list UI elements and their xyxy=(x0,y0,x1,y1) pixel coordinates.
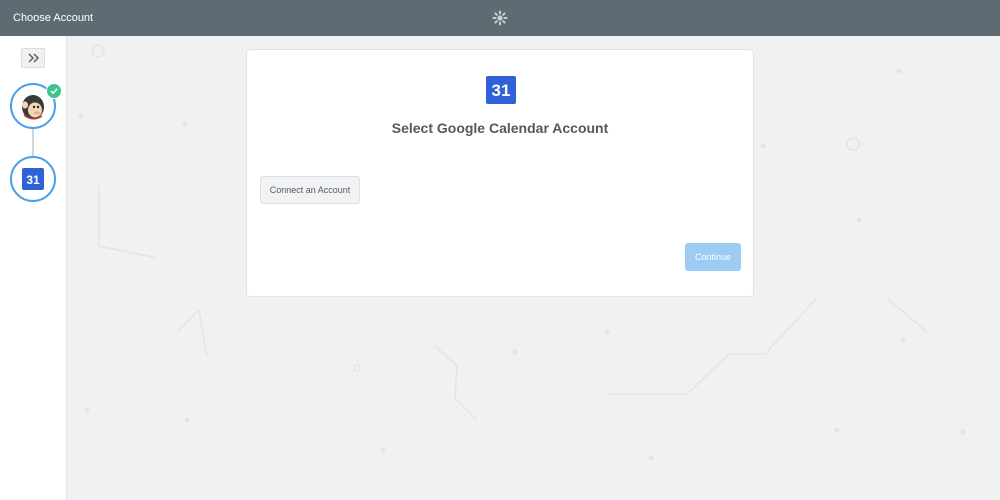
step-google-calendar[interactable]: 31 xyxy=(10,156,56,202)
connect-account-button[interactable]: Connect an Account xyxy=(260,176,360,204)
continue-button[interactable]: Continue xyxy=(685,243,741,271)
sidebar: 31 xyxy=(0,36,67,500)
spinner-gear-icon xyxy=(492,10,508,26)
expand-sidebar-button[interactable] xyxy=(21,48,45,68)
account-selection-card: 31 Select Google Calendar Account Connec… xyxy=(246,49,754,297)
google-calendar-icon: 31 xyxy=(22,168,44,190)
step-mailchimp[interactable] xyxy=(10,83,62,129)
card-title: Select Google Calendar Account xyxy=(391,120,609,136)
double-chevron-right-icon xyxy=(28,53,39,63)
top-bar: Choose Account xyxy=(0,0,1000,36)
step-connector xyxy=(32,129,34,157)
page-title: Choose Account xyxy=(13,12,94,24)
checkmark-icon xyxy=(50,88,58,95)
google-calendar-icon: 31 xyxy=(486,76,516,104)
step-complete-badge xyxy=(46,83,62,99)
calendar-icon-number: 31 xyxy=(491,81,511,100)
